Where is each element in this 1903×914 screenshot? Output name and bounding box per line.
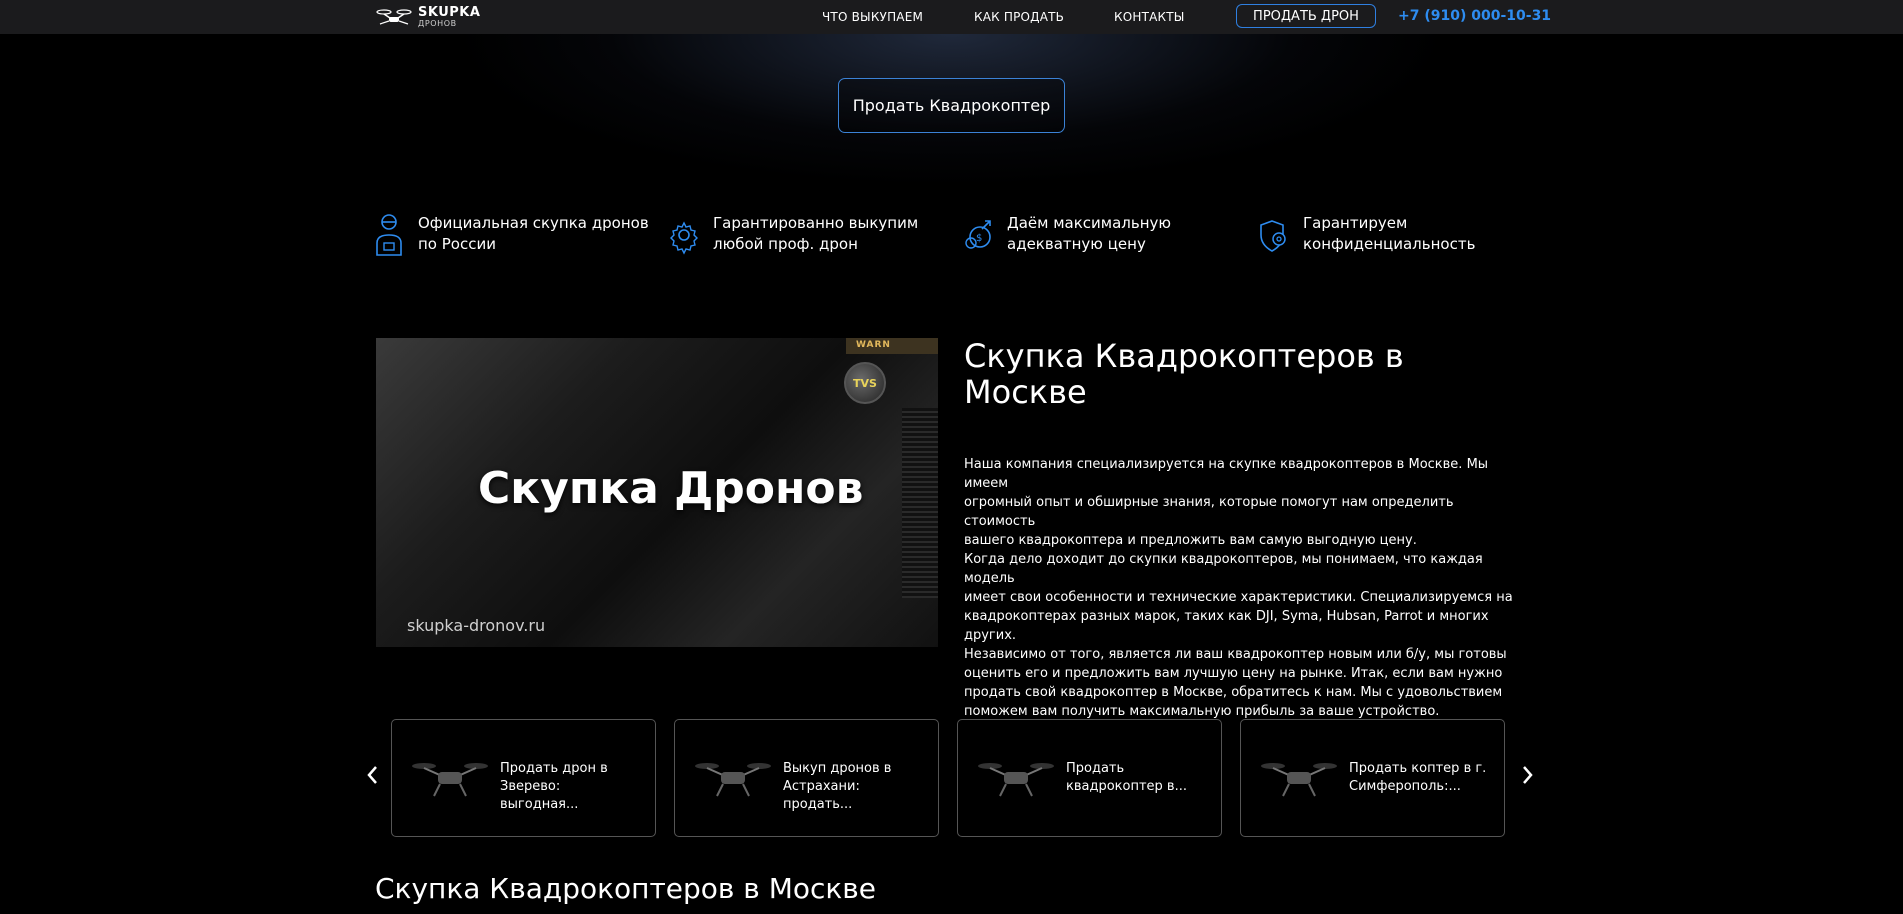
video-player[interactable]: WARN TVS Скупка Дронов skupka-dronov.ru <box>376 338 938 647</box>
card-title-line1: Продать коптер в г. <box>1349 761 1487 776</box>
article-line: квадрокоптерах разных марок, таких как D… <box>964 609 1489 643</box>
article-line: имеет свои особенности и технические хар… <box>964 590 1513 605</box>
feature-official-line2: по России <box>418 235 496 253</box>
feature-guaranteed-line2: любой проф. дрон <box>713 235 858 253</box>
article-line: Когда дело доходит до скупки квадрокопте… <box>964 552 1483 586</box>
logo[interactable]: SKUPKA ДРОНОВ <box>375 4 480 30</box>
feature-guaranteed-line1: Гарантированно выкупим <box>713 214 919 232</box>
nav-contacts[interactable]: КОНТАКТЫ <box>1114 10 1185 24</box>
phone-link[interactable]: +7 (910) 000-10-31 <box>1398 0 1551 31</box>
carousel-card[interactable]: Продать коптер в г. Симферополь:... <box>1240 719 1505 837</box>
feature-guaranteed: Гарантированно выкупим любой проф. дрон <box>669 213 918 257</box>
feature-official-line1: Официальная скупка дронов <box>418 214 649 232</box>
chevron-right-icon <box>1523 766 1533 784</box>
article-line: Независимо от того, является ли ваш квад… <box>964 647 1507 662</box>
feature-privacy-line1: Гарантируем <box>1303 214 1408 232</box>
article-line: огромный опыт и обширные знания, которые… <box>964 495 1454 529</box>
money-icon: $ <box>965 220 991 249</box>
carousel-card[interactable]: Продать дрон в Зверево: выгодная... <box>391 719 656 837</box>
shield-gear-icon <box>1260 220 1286 252</box>
drone-thumbnail-icon <box>978 763 1054 797</box>
hero-glow <box>0 34 1903 244</box>
carousel-card[interactable]: Выкуп дронов в Астрахани: продать... <box>674 719 939 837</box>
carousel-prev-button[interactable] <box>362 760 382 790</box>
nav-how-to-sell[interactable]: КАК ПРОДАТЬ <box>974 10 1064 24</box>
article-body: Наша компания специализируется на скупке… <box>964 455 1522 721</box>
video-url: skupka-dronov.ru <box>407 616 546 635</box>
video-channel-badge: TVS <box>844 362 886 404</box>
video-title: Скупка Дронов <box>478 463 864 514</box>
card-title-line2: Зверево: выгодная... <box>500 779 579 812</box>
sell-quadcopter-button[interactable]: Продать Квадрокоптер <box>838 78 1065 133</box>
chevron-left-icon <box>367 766 377 784</box>
section-title: Скупка Квадрокоптеров в Москве <box>375 872 877 905</box>
card-title-line1: Выкуп дронов в <box>783 761 892 776</box>
gear-icon <box>670 221 698 255</box>
logo-main-text: SKUPKA <box>418 5 481 20</box>
feature-max-price-line2: адекватную цену <box>1007 235 1146 253</box>
feature-privacy-line2: конфиденциальность <box>1303 235 1476 253</box>
card-title-line2: Симферополь:... <box>1349 779 1461 794</box>
operator-icon <box>376 214 402 256</box>
drone-thumbnail-icon <box>412 763 488 797</box>
article-line: Наша компания специализируется на скупке… <box>964 457 1489 491</box>
card-title-line1: Продать <box>1066 761 1125 776</box>
logo-sub-text: ДРОНОВ <box>418 19 457 28</box>
feature-max-price: $ Даём максимальную адекватную цену <box>963 213 1171 257</box>
card-title-line2: квадрокоптер в... <box>1066 779 1187 794</box>
article-title: Скупка Квадрокоптеров в Москве <box>964 337 1404 411</box>
nav-what-we-buy[interactable]: ЧТО ВЫКУПАЕМ <box>822 10 923 24</box>
drone-logo-icon <box>376 9 412 25</box>
carousel-next-button[interactable] <box>1518 760 1538 790</box>
carousel-card[interactable]: Продать квадрокоптер в... <box>957 719 1222 837</box>
feature-max-price-line1: Даём максимальную <box>1007 214 1172 232</box>
drone-thumbnail-icon <box>1261 763 1337 797</box>
article-line: продать свой квадрокоптер в Москве, обра… <box>964 685 1503 700</box>
svg-text:$: $ <box>976 233 982 244</box>
video-warning-text: WARN <box>856 340 891 350</box>
article-line: вашего квадрокоптера и предложить вам са… <box>964 533 1417 548</box>
feature-privacy: Гарантируем конфиденциальность <box>1259 213 1475 257</box>
video-background-texture <box>902 408 938 598</box>
card-title-line2: Астрахани: продать... <box>783 779 860 812</box>
sell-drone-button[interactable]: ПРОДАТЬ ДРОН <box>1236 4 1376 28</box>
site-header: SKUPKA ДРОНОВ ЧТО ВЫКУПАЕМ КАК ПРОДАТЬ К… <box>0 0 1903 34</box>
card-title-line1: Продать дрон в <box>500 761 608 776</box>
feature-official: Официальная скупка дронов по России <box>374 213 649 257</box>
drone-thumbnail-icon <box>695 763 771 797</box>
article-line: оценить его и предложить вам лучшую цену… <box>964 666 1503 681</box>
